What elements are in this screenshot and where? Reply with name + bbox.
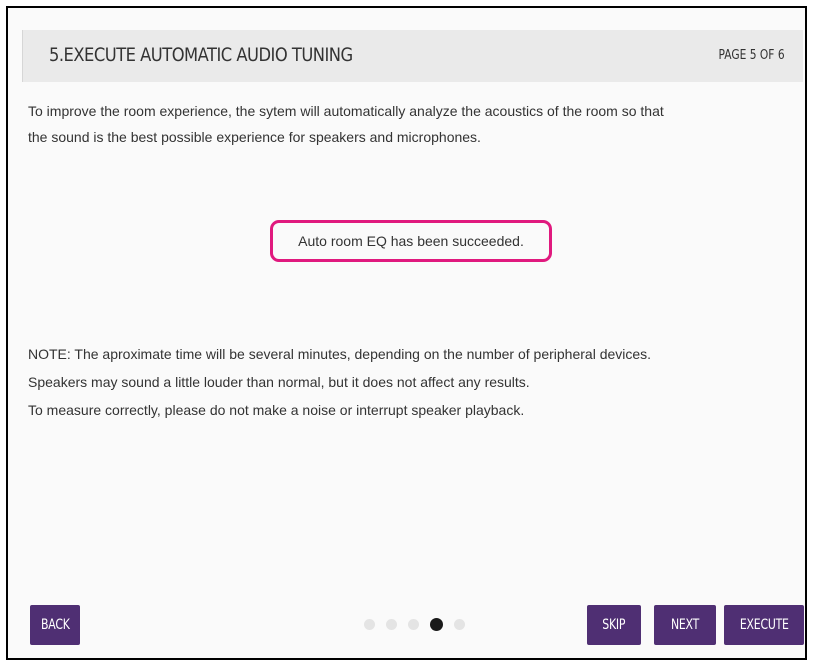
- note-line: To measure correctly, please do not make…: [28, 402, 525, 418]
- pagination-dot: [408, 618, 419, 630]
- intro-line: To improve the room experience, the syte…: [28, 103, 664, 119]
- intro-line: the sound is the best possible experienc…: [28, 129, 481, 145]
- back-button-label: BACK: [40, 617, 70, 633]
- note-line: NOTE: The aproximate time will be severa…: [28, 346, 652, 362]
- status-message: Auto room EQ has been succeeded.: [298, 233, 524, 249]
- skip-button[interactable]: SKIP: [587, 605, 641, 645]
- note-line: Speakers may sound a little louder than …: [28, 374, 530, 390]
- execute-button-label: EXECUTE: [739, 617, 789, 633]
- pagination-dot-active: [430, 617, 443, 631]
- skip-button-label: SKIP: [602, 617, 626, 633]
- back-button[interactable]: BACK: [30, 605, 80, 645]
- pagination-dot: [386, 618, 397, 630]
- next-button-label: NEXT: [670, 617, 700, 633]
- page-indicator: PAGE 5 OF 6: [718, 48, 785, 63]
- status-message-box: Auto room EQ has been succeeded.: [270, 220, 552, 262]
- wizard-header: 5.EXECUTE AUTOMATIC AUDIO TUNING PAGE 5 …: [22, 30, 803, 82]
- intro-text: To improve the room experience, the syte…: [28, 98, 788, 150]
- pagination-dot: [454, 618, 465, 630]
- page-title: 5.EXECUTE AUTOMATIC AUDIO TUNING: [49, 44, 353, 66]
- pagination-dots: [364, 617, 476, 631]
- next-button[interactable]: NEXT: [654, 605, 716, 645]
- notes-text: NOTE: The aproximate time will be severa…: [28, 340, 788, 424]
- pagination-dot: [364, 618, 375, 630]
- execute-button[interactable]: EXECUTE: [724, 605, 804, 645]
